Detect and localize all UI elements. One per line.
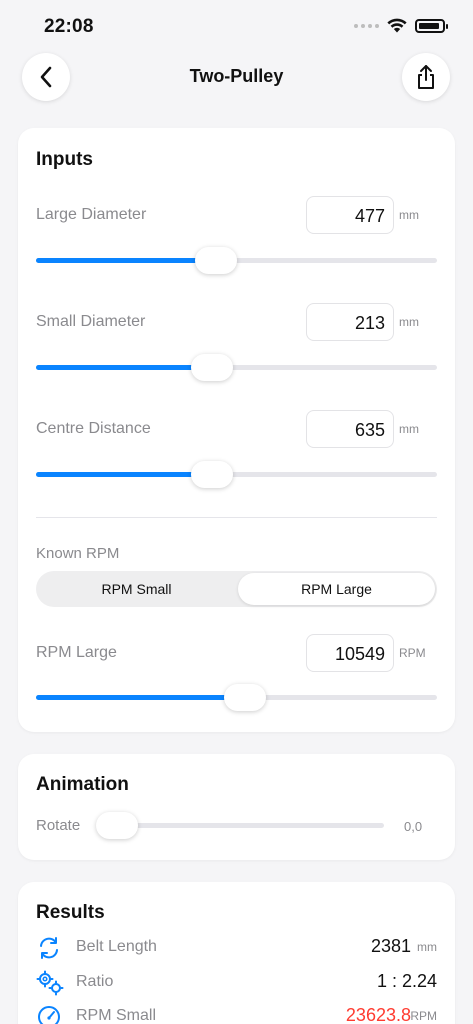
battery-icon bbox=[415, 18, 448, 33]
gears-icon bbox=[36, 970, 64, 996]
known-rpm-label: Known RPM bbox=[36, 545, 120, 562]
large-diameter-input[interactable]: 477 bbox=[306, 196, 394, 234]
wifi-icon bbox=[387, 18, 407, 33]
results-card: Results Belt Length 2381 mm Ratio 1: 2.… bbox=[18, 882, 455, 1024]
small-diameter-label: Small Diameter bbox=[36, 313, 146, 330]
ratio-row: Ratio 1 : 2.24 bbox=[36, 970, 437, 996]
centre-distance-slider[interactable] bbox=[36, 461, 437, 488]
segment-rpm-small[interactable]: RPM Small bbox=[38, 573, 235, 605]
belt-length-value: 2381 bbox=[370, 936, 411, 956]
rpm-large-label: RPM Large bbox=[36, 644, 117, 661]
centre-distance-input[interactable]: 635 bbox=[306, 410, 394, 448]
rpm-small-row: RPM Small 23623.8 RPM bbox=[36, 1004, 437, 1024]
slider-thumb[interactable] bbox=[195, 247, 238, 274]
speedometer-icon bbox=[38, 1006, 60, 1024]
rotate-arrows-icon bbox=[40, 937, 58, 959]
small-diameter-input[interactable]: 213 bbox=[306, 303, 394, 341]
rpm-large-unit: RPM bbox=[399, 646, 426, 660]
small-diameter-unit: mm bbox=[399, 315, 419, 329]
signal-icon bbox=[354, 23, 379, 28]
known-rpm-segmented-control: RPM Small RPM Large bbox=[36, 571, 437, 607]
inputs-title: Inputs bbox=[36, 149, 93, 170]
slider-thumb[interactable] bbox=[191, 461, 234, 488]
rpm-small-value: 23623.8 bbox=[345, 1005, 411, 1024]
animation-card: Animation Rotate 0,0 bbox=[18, 754, 455, 860]
slider-thumb[interactable] bbox=[96, 812, 138, 839]
rotate-slider[interactable] bbox=[96, 812, 384, 839]
divider bbox=[36, 517, 437, 518]
centre-distance-label: Centre Distance bbox=[36, 420, 151, 437]
belt-length-unit: mm bbox=[417, 940, 437, 954]
rotate-value: 0,0 bbox=[404, 819, 423, 834]
rpm-large-input[interactable]: 10549 bbox=[306, 634, 394, 672]
results-title: Results bbox=[36, 902, 105, 923]
animation-title: Animation bbox=[36, 774, 129, 795]
rotate-label: Rotate bbox=[36, 817, 81, 834]
navigation-bar: Two-Pulley bbox=[0, 50, 473, 106]
share-button[interactable] bbox=[402, 53, 450, 101]
status-bar: 22:08 bbox=[0, 0, 473, 50]
rpm-large-slider[interactable] bbox=[36, 684, 437, 711]
status-time: 22:08 bbox=[44, 16, 94, 37]
slider-thumb[interactable] bbox=[223, 684, 266, 711]
status-icons bbox=[354, 18, 448, 33]
share-icon bbox=[418, 65, 434, 89]
small-diameter-slider[interactable] bbox=[36, 354, 437, 381]
centre-distance-unit: mm bbox=[399, 422, 419, 436]
inputs-card: Inputs Large Diameter 477 mm Small Diame… bbox=[18, 128, 455, 732]
ratio-label: Ratio bbox=[76, 973, 114, 990]
rpm-small-label: RPM Small bbox=[76, 1007, 157, 1024]
rpm-small-unit: RPM bbox=[410, 1009, 437, 1023]
large-diameter-label: Large Diameter bbox=[36, 206, 147, 223]
segment-rpm-large[interactable]: RPM Large bbox=[238, 573, 435, 605]
large-diameter-slider[interactable] bbox=[36, 247, 437, 274]
large-diameter-unit: mm bbox=[399, 208, 419, 222]
ratio-value: 1 : 2.24 bbox=[376, 971, 437, 991]
slider-thumb[interactable] bbox=[191, 354, 234, 381]
belt-length-row: Belt Length 2381 mm bbox=[36, 935, 437, 961]
belt-length-label: Belt Length bbox=[76, 938, 157, 955]
